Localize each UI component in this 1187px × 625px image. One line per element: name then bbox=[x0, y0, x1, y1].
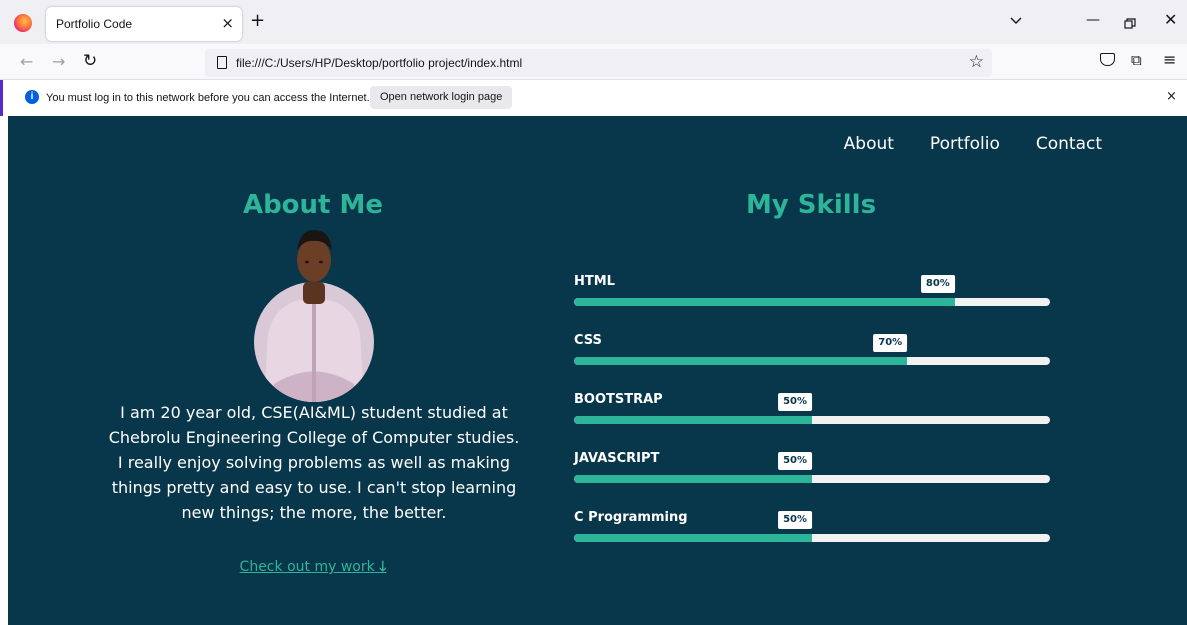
reload-icon[interactable]: ↻ bbox=[83, 51, 97, 71]
window-close-icon[interactable]: ✕ bbox=[1164, 12, 1177, 28]
tab-title: Portfolio Code bbox=[56, 17, 133, 31]
skill-javascript: JAVASCRIPT 50% bbox=[574, 451, 1050, 491]
about-title: About Me bbox=[242, 190, 384, 220]
arrow-down-icon: 🡓 bbox=[379, 559, 387, 575]
bookmark-star-icon[interactable]: ☆ bbox=[969, 52, 984, 72]
check-out-work-label: Check out my work bbox=[239, 559, 375, 575]
minimize-icon[interactable]: — bbox=[1086, 12, 1100, 28]
about-paragraph: I am 20 year old, CSE(AI&ML) student stu… bbox=[108, 403, 520, 522]
network-infobar: i You must log in to this network before… bbox=[0, 80, 1187, 116]
infobar-message: You must log in to this network before y… bbox=[46, 92, 370, 104]
pocket-icon[interactable] bbox=[1100, 53, 1115, 66]
skill-progress-track bbox=[574, 357, 1050, 365]
skill-progress-track bbox=[574, 475, 1050, 483]
skill-name: CSS bbox=[574, 333, 602, 348]
url-text[interactable]: file:///C:/Users/HP/Desktop/portfolio pr… bbox=[236, 56, 522, 70]
skill-name: BOOTSTRAP bbox=[574, 392, 663, 407]
skill-bootstrap: BOOTSTRAP 50% bbox=[574, 392, 1050, 432]
page-content: About Portfolio Contact About Me I am 20… bbox=[8, 116, 1187, 625]
skill-percent-badge: 70% bbox=[873, 334, 908, 352]
skill-percent-badge: 50% bbox=[778, 452, 812, 470]
skill-name: C Programming bbox=[574, 510, 688, 525]
skill-percent-badge: 80% bbox=[920, 275, 955, 293]
nav-link-about[interactable]: About bbox=[844, 134, 894, 154]
browser-tab-bar: Portfolio Code × + — ✕ bbox=[0, 0, 1187, 44]
restore-icon[interactable] bbox=[1124, 14, 1136, 29]
skill-c-programming: C Programming 50% bbox=[574, 510, 1050, 550]
skill-percent-badge: 50% bbox=[778, 393, 812, 411]
skill-progress-track bbox=[574, 534, 1050, 542]
skill-progress-fill bbox=[574, 416, 812, 424]
skill-html: HTML 80% bbox=[574, 274, 1050, 314]
browser-tab[interactable]: Portfolio Code × bbox=[46, 7, 242, 41]
site-nav: About Portfolio Contact bbox=[844, 134, 1102, 154]
url-bar[interactable]: file:///C:/Users/HP/Desktop/portfolio pr… bbox=[205, 49, 992, 77]
skill-progress-track bbox=[574, 416, 1050, 424]
skill-name: JAVASCRIPT bbox=[574, 451, 660, 466]
menu-icon[interactable]: ≡ bbox=[1163, 50, 1176, 69]
firefox-logo-icon bbox=[14, 14, 32, 32]
check-out-work-link[interactable]: Check out my work 🡓 bbox=[113, 556, 513, 580]
open-login-page-button[interactable]: Open network login page bbox=[370, 86, 513, 109]
skill-progress-track bbox=[574, 298, 1050, 306]
infobar-close-icon[interactable]: × bbox=[1166, 89, 1177, 104]
skill-progress-fill bbox=[574, 534, 812, 542]
forward-arrow-icon[interactable]: → bbox=[52, 52, 65, 71]
skills-title: My Skills bbox=[745, 190, 877, 220]
page-icon bbox=[217, 56, 227, 69]
skill-name: HTML bbox=[574, 274, 615, 289]
new-tab-icon[interactable]: + bbox=[250, 12, 265, 30]
browser-nav-bar: ← → ↻ file:///C:/Users/HP/Desktop/portfo… bbox=[0, 44, 1187, 80]
info-icon: i bbox=[25, 90, 39, 104]
skill-percent-badge: 50% bbox=[778, 511, 812, 529]
chevron-down-icon[interactable] bbox=[1010, 14, 1022, 28]
nav-link-portfolio[interactable]: Portfolio bbox=[930, 134, 1000, 154]
tab-close-icon[interactable]: × bbox=[221, 14, 234, 32]
back-arrow-icon[interactable]: ← bbox=[20, 52, 33, 71]
skill-progress-fill bbox=[574, 475, 812, 483]
skill-progress-fill bbox=[574, 357, 908, 365]
skill-progress-fill bbox=[574, 298, 955, 306]
extensions-icon[interactable]: ⧉ bbox=[1131, 51, 1142, 69]
avatar bbox=[254, 224, 374, 402]
skill-css: CSS 70% bbox=[574, 333, 1050, 373]
nav-link-contact[interactable]: Contact bbox=[1036, 134, 1102, 154]
